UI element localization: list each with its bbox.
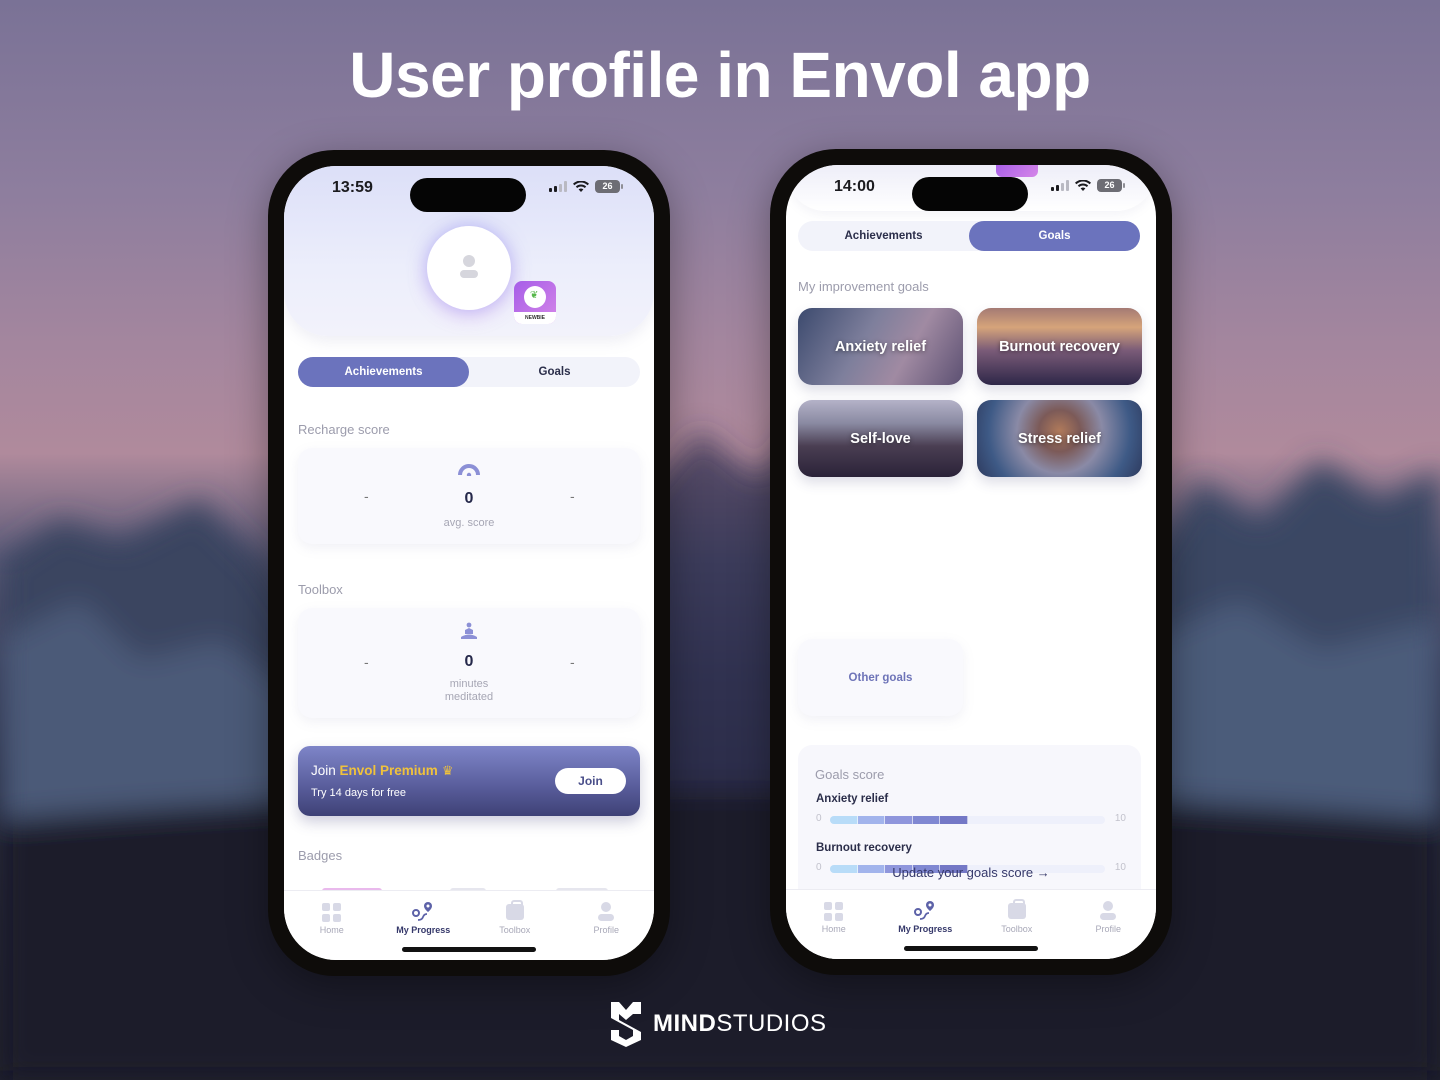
status-time: 13:59 [332, 179, 373, 196]
toolbox-caption-line1: minutes [449, 678, 489, 690]
goal-score-segment [885, 816, 913, 824]
toolbox-value: 0 [464, 653, 474, 670]
other-goals-button[interactable]: Other goals [798, 639, 963, 716]
nav-home-label: Home [319, 925, 344, 935]
screen-goals: 14:00 26 Achievements Goals My improveme… [786, 165, 1156, 959]
goals-score-title: Goals score [815, 767, 885, 782]
tab-goals[interactable]: Goals [469, 357, 640, 387]
premium-highlight: Envol Premium [339, 763, 438, 778]
avatar-placeholder-body [460, 270, 478, 278]
goal-tile-burnout-recovery[interactable]: Burnout recovery [977, 308, 1142, 385]
profile-icon [1099, 901, 1117, 921]
goal-score-name: Burnout recovery [816, 841, 912, 854]
nav-my-progress-label: My Progress [396, 925, 451, 935]
recharge-caption: avg. score [443, 517, 495, 529]
toolbox-title: Toolbox [298, 582, 343, 597]
recharge-score-card: - 0 - avg. score [298, 448, 640, 544]
goal-score-max: 10 [1114, 813, 1126, 824]
toolbox-next: - [570, 654, 575, 670]
goal-score-segment [912, 816, 940, 824]
battery-icon: 26 [1097, 179, 1125, 192]
route-pin-icon [914, 901, 935, 920]
improvement-goals-title: My improvement goals [798, 279, 929, 294]
tab-achievements[interactable]: Achievements [798, 221, 969, 251]
meditation-icon [461, 622, 477, 639]
nav-home-label: Home [821, 924, 846, 934]
profile-icon [597, 902, 615, 922]
logo-wordmark: MINDSTUDIOS [653, 1010, 827, 1038]
page-headline: User profile in Envol app [349, 39, 1091, 111]
tab-achievements[interactable]: Achievements [298, 357, 469, 387]
dynamic-island [410, 178, 526, 212]
nav-profile[interactable]: Profile [561, 891, 653, 960]
mountain-background [0, 420, 1440, 1080]
goal-score-name: Anxiety relief [816, 793, 889, 805]
battery-icon: 26 [595, 180, 623, 193]
tab-goals[interactable]: Goals [969, 221, 1140, 251]
goal-score-min: 0 [816, 813, 822, 824]
screen-achievements: ❦ NEWBIE 13:59 26 Achievements Goals Rec… [284, 166, 654, 960]
goal-score-row: Anxiety relief 0 10 [816, 793, 1126, 827]
crown-icon: ♛ [441, 763, 454, 778]
goal-score-segment [830, 816, 858, 824]
goal-tile-self-love[interactable]: Self-love [798, 400, 963, 477]
dynamic-island [912, 177, 1028, 211]
profile-tabs: Achievements Goals [798, 221, 1140, 251]
recharge-value: 0 [464, 490, 474, 507]
nav-toolbox-label: Toolbox [499, 925, 531, 935]
toolbox-caption-line2: meditated [444, 691, 494, 703]
profile-tabs: Achievements Goals [298, 357, 640, 387]
badge-label: NEWBIE [514, 312, 556, 324]
avatar[interactable] [427, 226, 511, 310]
goal-tile-stress-relief[interactable]: Stress relief [977, 400, 1142, 477]
phone-right: 14:00 26 Achievements Goals My improveme… [770, 149, 1172, 975]
avatar-placeholder-icon [463, 255, 475, 267]
wifi-icon [573, 180, 589, 192]
nav-toolbox-label: Toolbox [1001, 924, 1033, 934]
goal-score-segment [857, 816, 885, 824]
goal-score-segment [940, 816, 968, 824]
mindstudios-logo: MINDSTUDIOS [609, 1000, 827, 1048]
signal-icon [1051, 180, 1069, 191]
goal-score-bar: 0 10 [816, 813, 1126, 827]
newbie-badge[interactable]: ❦ NEWBIE [514, 281, 556, 324]
goal-score-track [830, 816, 1105, 824]
status-icons: 26 [1051, 179, 1125, 192]
update-goals-score-link[interactable]: Update your goals score → [786, 865, 1156, 880]
premium-subtitle: Try 14 days for free [311, 787, 406, 799]
toolbox-icon [1007, 899, 1026, 919]
signal-icon [549, 181, 567, 192]
recharge-next: - [570, 488, 575, 504]
gauge-icon [458, 464, 480, 476]
nav-home[interactable]: Home [788, 890, 880, 959]
nav-profile[interactable]: Profile [1063, 890, 1155, 959]
home-indicator[interactable] [904, 946, 1038, 951]
phone-left: ❦ NEWBIE 13:59 26 Achievements Goals Rec… [268, 150, 670, 976]
mindstudios-shield-icon [611, 1002, 641, 1047]
premium-prefix: Join [311, 763, 340, 778]
nav-my-progress-label: My Progress [898, 924, 953, 934]
nav-profile-label: Profile [1095, 924, 1121, 934]
status-icons: 26 [549, 180, 623, 193]
home-grid-icon [824, 901, 844, 921]
badges-title: Badges [298, 848, 343, 863]
route-pin-icon [412, 902, 433, 921]
nav-profile-label: Profile [593, 925, 619, 935]
nav-home[interactable]: Home [286, 891, 378, 960]
goal-tile-anxiety-relief[interactable]: Anxiety relief [798, 308, 963, 385]
status-time: 14:00 [834, 178, 875, 195]
wifi-icon [1075, 179, 1091, 191]
logo-regular: STUDIOS [716, 1010, 827, 1037]
premium-title: Join Envol Premium ♛ [311, 763, 453, 779]
sprout-icon: ❦ [530, 290, 539, 301]
home-grid-icon [322, 902, 342, 922]
toolbox-card: - 0 - minutes meditated [298, 608, 640, 718]
premium-banner[interactable]: Join Envol Premium ♛ Try 14 days for free… [298, 746, 640, 816]
home-indicator[interactable] [402, 947, 536, 952]
toolbox-icon [505, 900, 524, 920]
logo-bold: MIND [653, 1010, 717, 1037]
recharge-score-title: Recharge score [298, 422, 390, 437]
join-premium-button[interactable]: Join [555, 768, 626, 794]
